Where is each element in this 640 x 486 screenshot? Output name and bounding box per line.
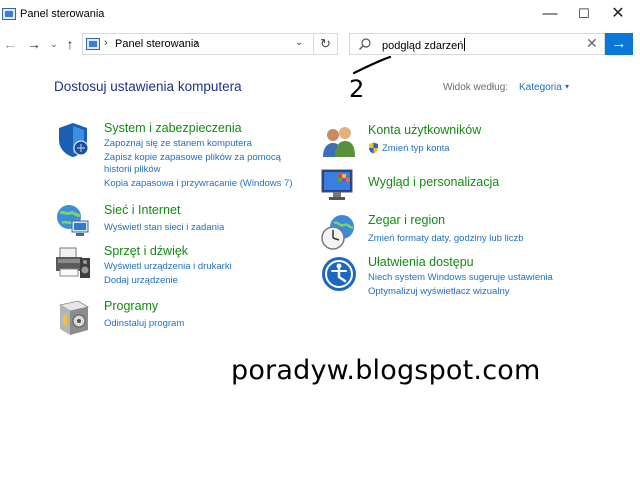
link-network-status[interactable]: Wyświetl stan sieci i zadania bbox=[104, 222, 224, 234]
category-hardware-sound: Sprzęt i dźwięk Wyświetl urządzenia i dr… bbox=[54, 244, 274, 288]
category-title[interactable]: Konta użytkowników bbox=[368, 123, 481, 137]
back-button[interactable]: ← bbox=[2, 35, 18, 53]
view-by-label: Widok według: bbox=[443, 82, 509, 93]
forward-button[interactable]: → bbox=[26, 35, 42, 53]
user-accounts-icon bbox=[323, 127, 355, 157]
link-check-computer-status[interactable]: Zapoznaj się ze stanem komputera bbox=[104, 138, 252, 150]
control-panel-icon bbox=[2, 8, 16, 20]
recent-locations-button[interactable]: ⌄ bbox=[48, 35, 60, 53]
search-input[interactable]: podgląd zdarzeń bbox=[382, 38, 466, 52]
clock-globe-icon bbox=[321, 215, 354, 250]
category-appearance: Wygląd i personalizacja bbox=[320, 166, 560, 204]
title-bar: Panel sterowania — ☐ ✕ bbox=[0, 0, 640, 30]
breadcrumb-panel-sterowania[interactable]: Panel sterowania bbox=[115, 38, 199, 50]
link-file-history[interactable]: historii plików bbox=[104, 164, 161, 176]
link-add-device[interactable]: Dodaj urządzenie bbox=[104, 275, 178, 287]
category-title[interactable]: Ułatwienia dostępu bbox=[368, 255, 474, 269]
clear-search-button[interactable]: ✕ bbox=[586, 35, 598, 52]
category-ease-of-access: Ułatwienia dostępu Niech system Windows … bbox=[320, 255, 580, 299]
control-panel-icon bbox=[86, 38, 100, 50]
category-title[interactable]: Sprzęt i dźwięk bbox=[104, 244, 188, 258]
category-title[interactable]: Zegar i region bbox=[368, 213, 445, 227]
category-user-accounts: Konta użytkowników Zmień typ konta bbox=[320, 123, 560, 161]
up-button[interactable]: ↑ bbox=[62, 35, 78, 53]
link-uninstall-program[interactable]: Odinstaluj program bbox=[104, 318, 184, 330]
category-title[interactable]: System i zabezpieczenia bbox=[104, 121, 242, 135]
annotation-number: 2 bbox=[349, 75, 365, 103]
category-title[interactable]: Wygląd i personalizacja bbox=[368, 175, 499, 189]
ease-of-access-icon bbox=[322, 257, 356, 291]
category-network-internet: Sieć i Internet Wyświetl stan sieci i za… bbox=[54, 203, 274, 239]
navigation-bar: ← → ⌄ ↑ › Panel sterowania › ⌄ ↻ podgląd… bbox=[0, 30, 640, 58]
link-devices-printers[interactable]: Wyświetl urządzenia i drukarki bbox=[104, 261, 232, 273]
text-cursor bbox=[464, 38, 466, 51]
search-box[interactable]: podgląd zdarzeń ✕ bbox=[349, 33, 605, 55]
security-shield-icon bbox=[59, 123, 89, 157]
breadcrumb-chevron-icon[interactable]: › bbox=[194, 37, 198, 49]
category-system-security: System i zabezpieczenia Zapoznaj się ze … bbox=[54, 121, 314, 191]
link-windows-suggest-settings[interactable]: Niech system Windows sugeruje ustawienia bbox=[368, 272, 553, 284]
page-title: Dostosuj ustawienia komputera bbox=[54, 79, 242, 94]
link-optimize-visual-display[interactable]: Optymalizuj wyświetlacz wizualny bbox=[368, 286, 509, 298]
refresh-button[interactable]: ↻ bbox=[314, 33, 338, 55]
category-title[interactable]: Sieć i Internet bbox=[104, 203, 180, 217]
address-dropdown-button[interactable]: ⌄ bbox=[295, 37, 303, 48]
maximize-button[interactable]: ☐ bbox=[569, 4, 599, 24]
search-icon bbox=[359, 38, 371, 50]
network-globe-icon bbox=[57, 205, 89, 236]
uac-shield-icon bbox=[369, 142, 378, 154]
address-bar[interactable]: › Panel sterowania › ⌄ bbox=[82, 33, 314, 55]
window-title: Panel sterowania bbox=[20, 8, 105, 20]
link-save-backup-copies[interactable]: Zapisz kopie zapasowe plików za pomocą bbox=[104, 152, 281, 164]
link-backup-restore-win7[interactable]: Kopia zapasowa i przywracanie (Windows 7… bbox=[104, 178, 293, 190]
link-change-date-formats[interactable]: Zmień formaty daty, godziny lub liczb bbox=[368, 233, 524, 245]
close-button[interactable]: ✕ bbox=[603, 4, 633, 24]
appearance-monitor-icon bbox=[321, 169, 353, 200]
annotation-stroke bbox=[352, 55, 392, 75]
category-programs: Programy Odinstaluj program bbox=[54, 299, 274, 337]
minimize-button[interactable]: — bbox=[535, 4, 565, 24]
chevron-down-icon[interactable]: ▾ bbox=[565, 82, 569, 91]
category-title[interactable]: Programy bbox=[104, 299, 158, 313]
link-change-account-type[interactable]: Zmień typ konta bbox=[382, 143, 450, 155]
search-go-button[interactable]: → bbox=[605, 33, 633, 55]
programs-box-icon bbox=[58, 300, 90, 335]
category-clock-region: Zegar i region Zmień formaty daty, godzi… bbox=[320, 213, 560, 251]
breadcrumb-chevron-icon[interactable]: › bbox=[104, 37, 108, 49]
printer-speaker-icon bbox=[56, 247, 90, 278]
view-by-dropdown[interactable]: Kategoria bbox=[519, 82, 562, 93]
watermark-text: poradyw.blogspot.com bbox=[231, 355, 541, 386]
